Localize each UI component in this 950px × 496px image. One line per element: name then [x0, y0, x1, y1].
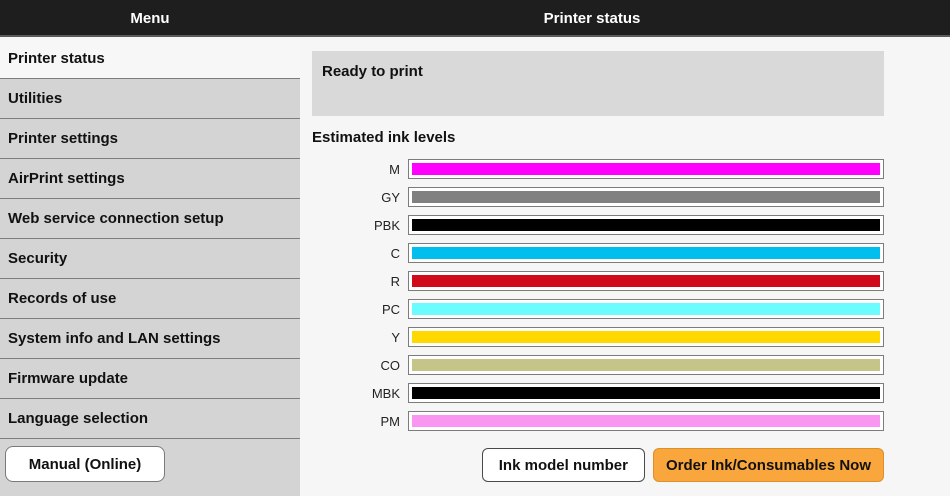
ink-row: Y — [312, 327, 884, 347]
sidebar-menu: Printer status Utilities Printer setting… — [0, 39, 300, 496]
status-message: Ready to print — [322, 63, 423, 80]
ink-model-number-button[interactable]: Ink model number — [482, 448, 645, 482]
ink-fill-pm — [412, 415, 880, 427]
sidebar-item-web-service-connection-setup[interactable]: Web service connection setup — [0, 199, 300, 239]
menu-header-label: Menu — [130, 10, 169, 27]
action-button-row: Ink model number Order Ink/Consumables N… — [312, 448, 884, 482]
ink-bar-m — [408, 159, 884, 179]
ink-label-gy: GY — [312, 190, 400, 205]
ink-bar-co — [408, 355, 884, 375]
ink-fill-y — [412, 331, 880, 343]
sidebar-item-records-of-use[interactable]: Records of use — [0, 279, 300, 319]
ink-bar-y — [408, 327, 884, 347]
ink-fill-m — [412, 163, 880, 175]
sidebar-item-printer-settings[interactable]: Printer settings — [0, 119, 300, 159]
ink-row: GY — [312, 187, 884, 207]
ink-row: PC — [312, 299, 884, 319]
ink-fill-r — [412, 275, 880, 287]
main-content: Ready to print Estimated ink levels M GY… — [300, 39, 884, 496]
page-title: Printer status — [544, 10, 641, 27]
sidebar-item-airprint-settings[interactable]: AirPrint settings — [0, 159, 300, 199]
ink-bar-r — [408, 271, 884, 291]
ink-bar-pm — [408, 411, 884, 431]
ink-section-title: Estimated ink levels — [312, 129, 884, 146]
ink-levels-list: M GY PBK C R PC Y CO — [312, 159, 884, 431]
manual-online-button[interactable]: Manual (Online) — [5, 446, 165, 482]
ink-row: R — [312, 271, 884, 291]
ink-label-pm: PM — [312, 414, 400, 429]
ink-label-m: M — [312, 162, 400, 177]
ink-bar-gy — [408, 187, 884, 207]
ink-label-y: Y — [312, 330, 400, 345]
ink-bar-c — [408, 243, 884, 263]
ink-row: M — [312, 159, 884, 179]
sidebar-item-firmware-update[interactable]: Firmware update — [0, 359, 300, 399]
sidebar-item-system-info-lan-settings[interactable]: System info and LAN settings — [0, 319, 300, 359]
order-ink-consumables-button[interactable]: Order Ink/Consumables Now — [653, 448, 884, 482]
top-bar: Menu Printer status — [0, 0, 950, 37]
ink-label-pbk: PBK — [312, 218, 400, 233]
ink-fill-gy — [412, 191, 880, 203]
ink-bar-mbk — [408, 383, 884, 403]
menu-header: Menu — [0, 0, 300, 37]
ink-row: MBK — [312, 383, 884, 403]
ink-label-co: CO — [312, 358, 400, 373]
sidebar-item-language-selection[interactable]: Language selection — [0, 399, 300, 439]
ink-label-mbk: MBK — [312, 386, 400, 401]
ink-fill-pbk — [412, 219, 880, 231]
ink-bar-pc — [408, 299, 884, 319]
ink-fill-mbk — [412, 387, 880, 399]
ink-row: PBK — [312, 215, 884, 235]
status-message-box: Ready to print — [312, 51, 884, 116]
sidebar-item-security[interactable]: Security — [0, 239, 300, 279]
ink-row: CO — [312, 355, 884, 375]
ink-fill-co — [412, 359, 880, 371]
sidebar-item-printer-status[interactable]: Printer status — [0, 39, 300, 79]
ink-fill-c — [412, 247, 880, 259]
ink-row: C — [312, 243, 884, 263]
ink-bar-pbk — [408, 215, 884, 235]
sidebar-item-utilities[interactable]: Utilities — [0, 79, 300, 119]
ink-fill-pc — [412, 303, 880, 315]
ink-row: PM — [312, 411, 884, 431]
ink-label-r: R — [312, 274, 400, 289]
page-title-header: Printer status — [300, 0, 884, 37]
ink-label-pc: PC — [312, 302, 400, 317]
ink-label-c: C — [312, 246, 400, 261]
